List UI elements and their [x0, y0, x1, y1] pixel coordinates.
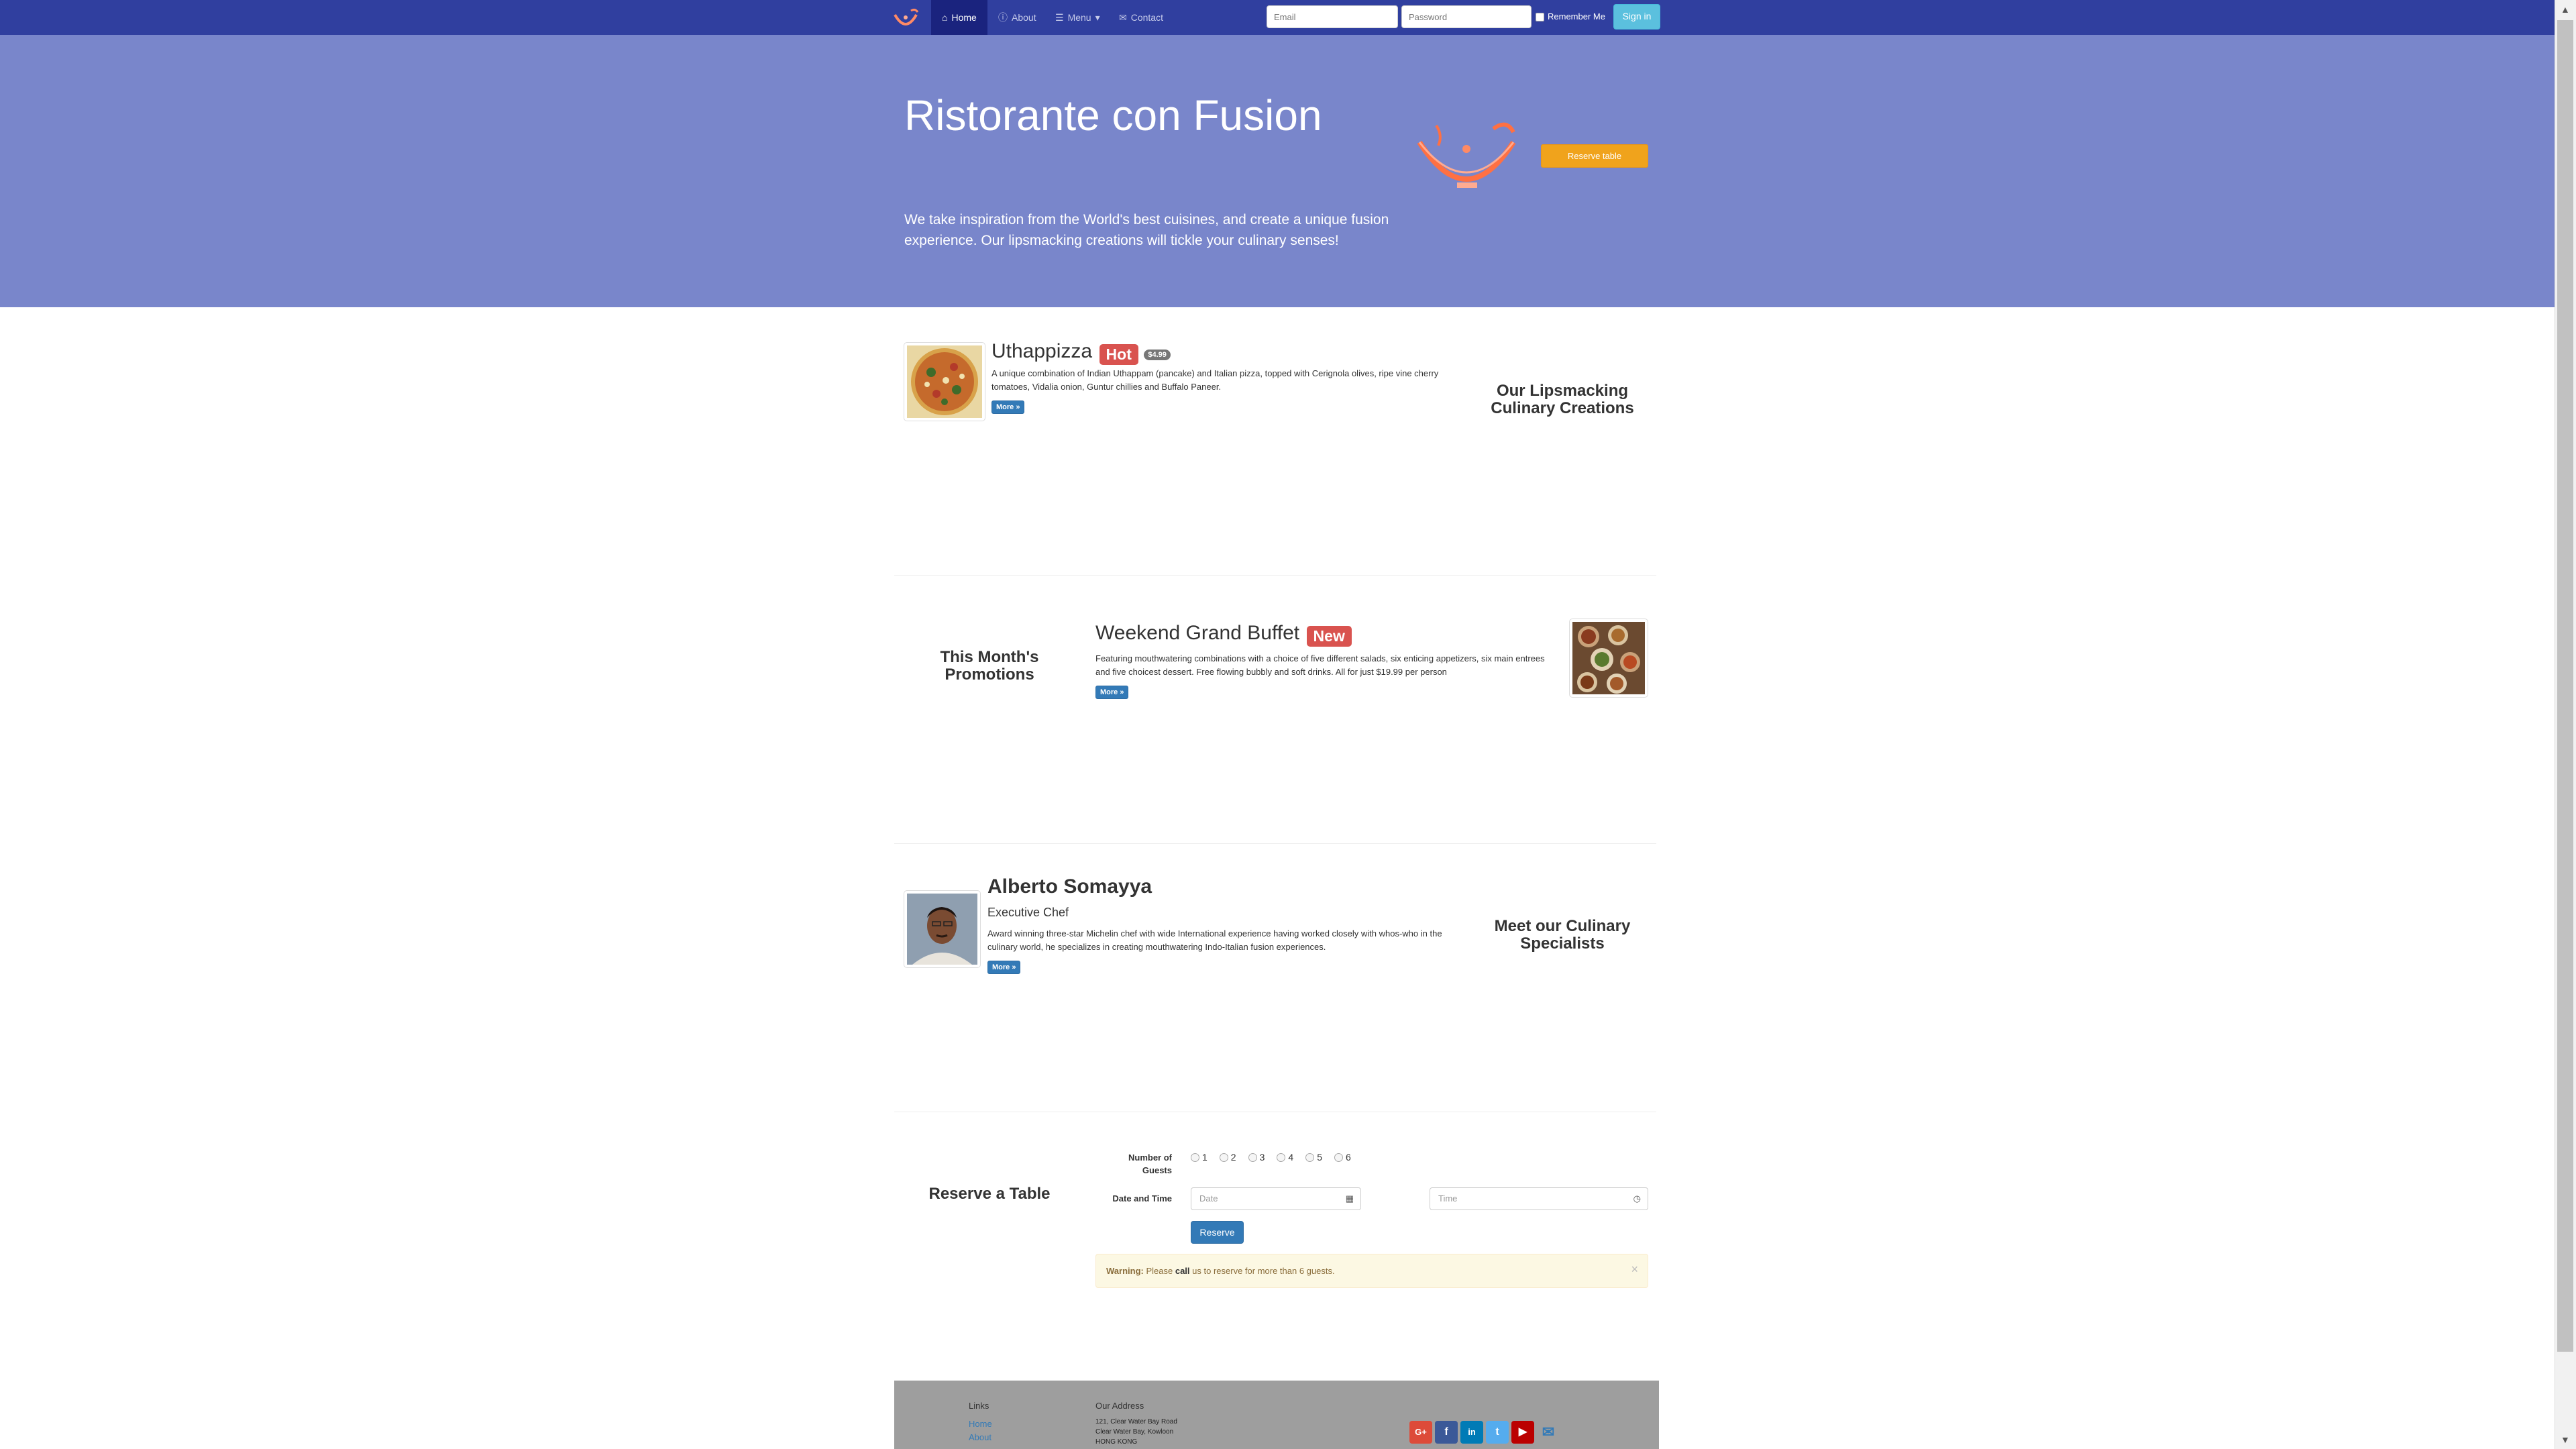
dish-name: Uthappizza [991, 340, 1093, 362]
scrollbar-thumb[interactable] [2557, 20, 2573, 1352]
facebook-icon[interactable]: f [1435, 1421, 1458, 1444]
time-input[interactable]: Time ◷ [1430, 1187, 1648, 1210]
guest-option-4[interactable]: 4 [1277, 1152, 1293, 1163]
datetime-label: Date and Time [1112, 1193, 1172, 1203]
restaurant-logo-icon[interactable] [891, 7, 920, 31]
social-links: G+ f in t ▶ ✉ [1409, 1421, 1560, 1444]
radio-button[interactable] [1305, 1152, 1315, 1162]
nav-about[interactable]: ⓘ About [998, 0, 1036, 35]
address-line: 121, Clear Water Bay Road [1095, 1418, 1177, 1426]
hot-label: Hot [1099, 344, 1138, 366]
remember-me-label: Remember Me [1548, 11, 1605, 21]
page-title: Ristorante con Fusion [904, 91, 1322, 140]
jumbotron [0, 35, 2555, 307]
chef-photo [904, 890, 981, 968]
envelope-icon: ✉ [1119, 12, 1127, 23]
warning-strong: Warning: [1106, 1266, 1144, 1276]
promotion-section-heading: This Month's Promotions [940, 648, 1039, 684]
warning-alert: Warning: Please call us to reserve for m… [1095, 1254, 1648, 1288]
warning-text-1: Please [1146, 1266, 1173, 1276]
navbar: ⌂ Home ⓘ About ☰ Menu ▾ ✉ Contact Rememb… [0, 0, 2555, 35]
promotion-image [1569, 619, 1648, 698]
promotion-name: Weekend Grand Buffet [1095, 622, 1300, 644]
time-placeholder: Time [1438, 1193, 1458, 1203]
divider [894, 575, 1656, 576]
guests-radio-group: 1 2 3 4 5 6 [1191, 1152, 1351, 1163]
divider [894, 843, 1656, 844]
clock-icon: ◷ [1633, 1193, 1641, 1203]
radio-button[interactable] [1248, 1152, 1257, 1162]
dish-description: A unique combination of Indian Uthappam … [991, 368, 1439, 392]
promotion-description: Featuring mouthwatering combinations wit… [1095, 653, 1545, 677]
new-label: New [1306, 626, 1352, 647]
guest-option-6[interactable]: 6 [1334, 1152, 1351, 1163]
linkedin-icon[interactable]: in [1460, 1421, 1483, 1444]
restaurant-logo-large-icon [1413, 115, 1520, 203]
leader-section-heading: Meet our Culinary Specialists [1494, 917, 1631, 953]
guest-option-1[interactable]: 1 [1191, 1152, 1208, 1163]
nav-menu-dropdown[interactable]: ☰ Menu ▾ [1055, 0, 1100, 35]
reserve-table-button[interactable]: Reserve table [1541, 144, 1648, 168]
scroll-up-arrow-icon[interactable]: ▲ [2561, 4, 2570, 15]
address-line: HONG KONG [1095, 1438, 1138, 1446]
caret-down-icon: ▾ [1095, 12, 1100, 23]
footer-link-about[interactable]: About [969, 1431, 991, 1444]
chef-description: Award winning three-star Michelin chef w… [987, 928, 1442, 952]
call-emphasis: call [1175, 1266, 1190, 1276]
home-icon: ⌂ [942, 12, 948, 23]
list-icon: ☰ [1055, 12, 1064, 23]
guests-label: Number of Guests [1128, 1152, 1172, 1175]
promotion-more-button[interactable]: More » [1095, 686, 1129, 699]
info-icon: ⓘ [998, 12, 1008, 23]
password-input[interactable] [1401, 5, 1532, 28]
guest-option-5[interactable]: 5 [1305, 1152, 1322, 1163]
google-plus-icon[interactable]: G+ [1409, 1421, 1432, 1444]
footer-link-home[interactable]: Home [969, 1417, 992, 1431]
guest-option-3[interactable]: 3 [1248, 1152, 1265, 1163]
dish-more-button[interactable]: More » [991, 400, 1025, 414]
scroll-down-arrow-icon[interactable]: ▼ [2561, 1434, 2570, 1445]
dish-heading: Uthappizza Hot $4.99 [991, 340, 1171, 366]
radio-button[interactable] [1277, 1152, 1286, 1162]
nav-contact[interactable]: ✉ Contact [1119, 0, 1163, 35]
guest-option-2[interactable]: 2 [1219, 1152, 1236, 1163]
chef-more-button[interactable]: More » [987, 961, 1021, 974]
calendar-icon: ▦ [1345, 1193, 1354, 1203]
address-line: Clear Water Bay, Kowloon [1095, 1428, 1174, 1436]
dish-section-heading: Our Lipsmacking Culinary Creations [1491, 382, 1634, 417]
promotion-heading: Weekend Grand Buffet New [1095, 622, 1352, 647]
nav-home[interactable]: ⌂ Home [931, 0, 987, 35]
reserve-button[interactable]: Reserve [1191, 1221, 1244, 1244]
footer-links-heading: Links [969, 1401, 989, 1411]
sign-in-button[interactable]: Sign in [1613, 4, 1660, 30]
footer-address-heading: Our Address [1095, 1401, 1144, 1411]
radio-button[interactable] [1191, 1152, 1199, 1162]
chef-name: Alberto Somayya [987, 875, 1152, 898]
date-placeholder: Date [1199, 1193, 1218, 1203]
close-icon[interactable]: × [1631, 1253, 1638, 1286]
radio-button[interactable] [1219, 1152, 1228, 1162]
date-input[interactable]: Date ▦ [1191, 1187, 1361, 1210]
warning-text-2: us to reserve for more than 6 guests. [1192, 1266, 1335, 1276]
email-icon[interactable]: ✉ [1537, 1421, 1560, 1444]
remember-me-checkbox[interactable] [1536, 13, 1544, 21]
reservation-section-heading: Reserve a Table [928, 1185, 1051, 1203]
youtube-icon[interactable]: ▶ [1511, 1421, 1534, 1444]
radio-button[interactable] [1334, 1152, 1343, 1162]
dish-image [904, 342, 985, 421]
price-badge: $4.99 [1144, 349, 1171, 360]
email-input[interactable] [1267, 5, 1398, 28]
chef-designation: Executive Chef [987, 906, 1069, 919]
twitter-icon[interactable]: t [1486, 1421, 1509, 1444]
jumbotron-text: We take inspiration from the World's bes… [904, 212, 1389, 248]
